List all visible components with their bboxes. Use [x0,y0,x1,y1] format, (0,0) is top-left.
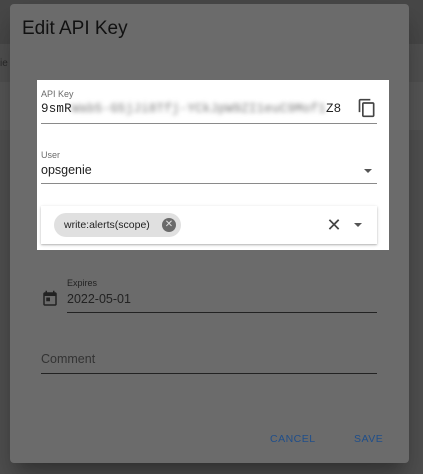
user-underline [41,183,377,184]
expires-underline [67,312,377,313]
expires-label: Expires [67,278,98,288]
save-button[interactable]: SAVE [354,433,383,445]
comment-underline [41,373,377,374]
scopes-select[interactable]: write:alerts(scope) ✕ ✕ [41,206,377,244]
comment-field[interactable]: Comment [41,348,377,374]
user-value: opsgenie [41,163,92,177]
calendar-icon[interactable] [41,290,59,308]
comment-placeholder: Comment [41,352,96,366]
background-text: ie [0,58,8,69]
api-key-label: API Key [41,89,74,99]
highlighted-panel: API Key 9smRWab5-G5jJi8Tfj-YCkJpW9ZI1euC… [37,80,389,250]
api-key-value[interactable]: 9smRWab5-G5jJi8Tfj-YCkJpW9ZI1euC9Mof1Z8 [41,102,341,116]
api-key-masked: Wab5-G5jJi8Tfj-YCkJpW9ZI1euC9Mof1 [71,102,326,116]
copy-icon[interactable] [357,98,377,118]
user-select[interactable]: User opsgenie [41,148,377,184]
chevron-down-icon[interactable] [354,223,362,227]
close-icon[interactable]: ✕ [324,215,344,235]
expires-value: 2022-05-01 [67,292,131,306]
scope-chip-label: write:alerts(scope) [64,219,150,231]
api-key-suffix: Z8 [325,102,342,116]
api-key-field[interactable]: API Key 9smRWab5-G5jJi8Tfj-YCkJpW9ZI1euC… [41,88,377,124]
chevron-down-icon[interactable] [364,169,372,173]
api-key-underline [41,123,377,124]
expires-field[interactable]: Expires 2022-05-01 [67,277,377,313]
cancel-button[interactable]: CANCEL [270,433,316,445]
cancel-circle-icon[interactable]: ✕ [162,218,176,232]
dialog-title: Edit API Key [22,18,128,39]
api-key-prefix: 9smR [41,102,72,116]
user-label: User [41,150,61,160]
scope-chip[interactable]: write:alerts(scope) ✕ [54,213,181,237]
